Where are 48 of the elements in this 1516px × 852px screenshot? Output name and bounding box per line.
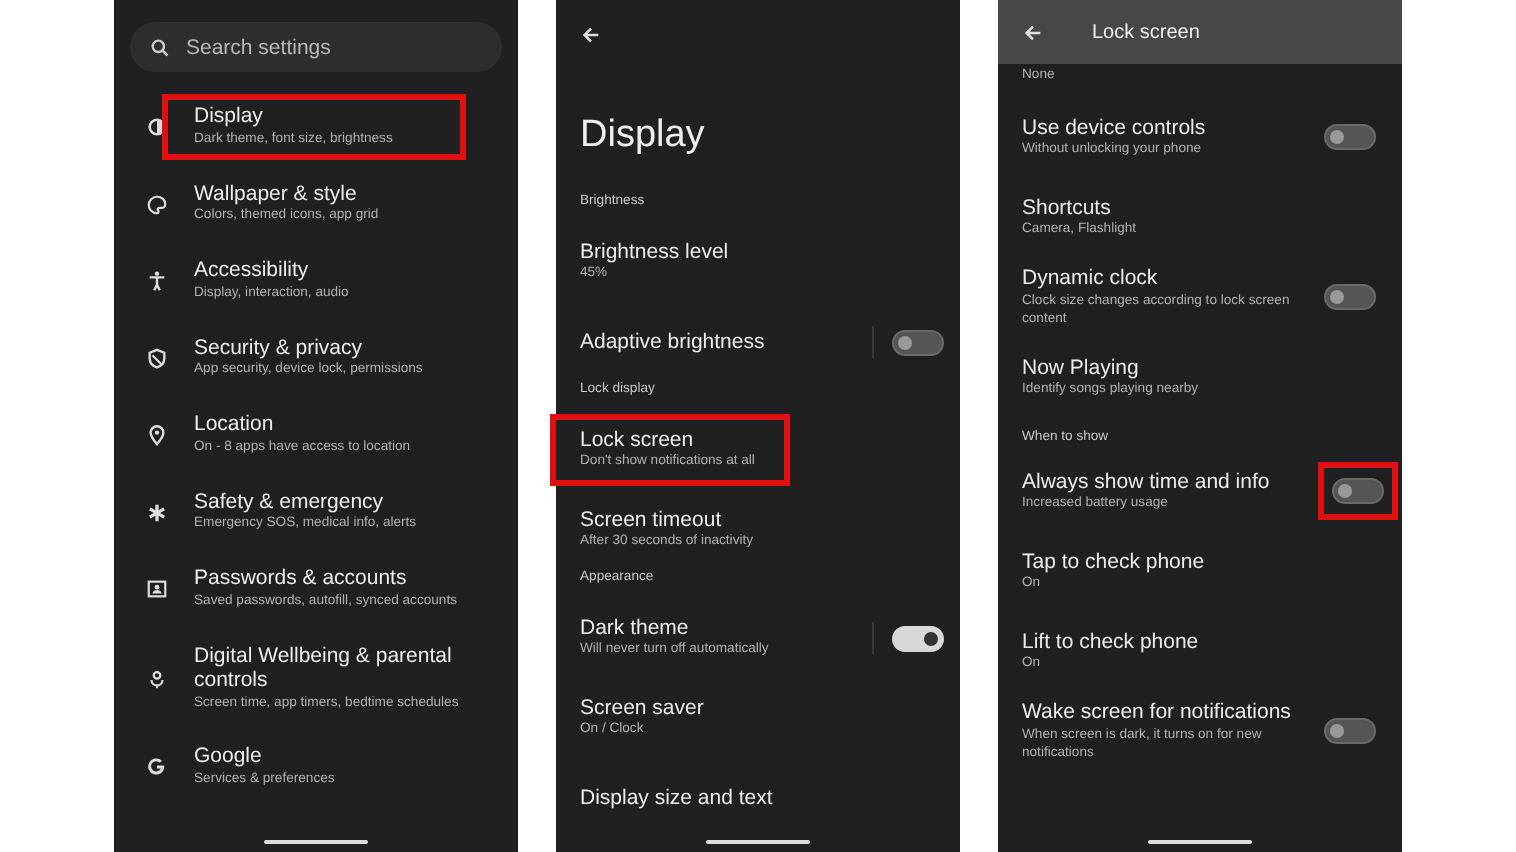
item-title: Digital Wellbeing & parental controls: [194, 643, 454, 694]
home-indicator: [264, 840, 368, 844]
home-indicator: [1148, 840, 1252, 844]
item-title: Display: [194, 104, 265, 130]
item-title: Tap to check phone: [1022, 549, 1207, 575]
shield-icon: [146, 347, 168, 369]
person-card-icon: [146, 578, 168, 600]
toggle-switch[interactable]: [1324, 718, 1376, 745]
item-title: Screen timeout: [580, 507, 724, 533]
back-arrow-icon[interactable]: [1022, 21, 1044, 43]
toggle-switch[interactable]: [1332, 478, 1384, 505]
g-letter-icon: [146, 756, 168, 779]
home-indicator: [706, 840, 810, 844]
item-title: Dynamic clock: [1022, 266, 1160, 292]
asterisk-icon: [146, 501, 168, 523]
search-field[interactable]: Search settings: [130, 22, 502, 72]
item-title: Always show time and info: [1022, 469, 1272, 495]
toggle-switch[interactable]: [1324, 124, 1376, 151]
item-title: Use device controls: [1022, 115, 1208, 141]
item-title: Passwords & accounts: [194, 566, 409, 592]
item-title: Security & privacy: [194, 335, 365, 361]
item-title: Wake screen for notifications: [1022, 700, 1293, 726]
palette-icon: [146, 193, 168, 215]
item-title: Lock screen: [580, 427, 696, 453]
item-title: Display size and text: [580, 785, 775, 811]
item-title: Dark theme: [580, 615, 691, 641]
item-title: Wallpaper & style: [194, 181, 359, 207]
brightness-icon: [146, 116, 168, 138]
setting-item[interactable]: Adaptive brightness: [580, 325, 872, 359]
item-title: Adaptive brightness: [580, 329, 767, 355]
item-title: Screen saver: [580, 695, 706, 721]
location-pin-icon: [146, 424, 168, 446]
item-title: Google: [194, 744, 264, 770]
screen-title: Lock screen: [1092, 21, 1200, 43]
back-arrow-icon[interactable]: [580, 24, 602, 46]
search-icon: [150, 37, 170, 57]
item-title: Lift to check phone: [1022, 629, 1201, 655]
setting-item[interactable]: Display size and text: [580, 781, 960, 815]
item-title: Safety & emergency: [194, 489, 386, 515]
item-title: Location: [194, 412, 276, 438]
item-title: Shortcuts: [1022, 195, 1113, 221]
item-title: Accessibility: [194, 258, 311, 284]
accessibility-icon: [146, 270, 168, 292]
toggle-switch[interactable]: [1324, 284, 1376, 311]
item-title: Now Playing: [1022, 355, 1141, 381]
page-title: Display: [580, 114, 707, 158]
item-title: Brightness level: [580, 239, 731, 265]
toggle-switch[interactable]: [892, 329, 944, 355]
